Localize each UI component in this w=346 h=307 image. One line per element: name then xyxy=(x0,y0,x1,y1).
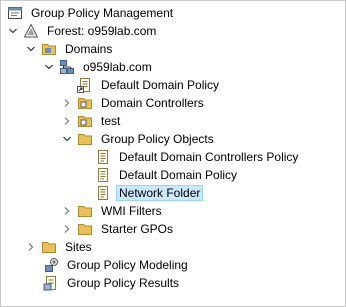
gpo-icon xyxy=(95,149,111,165)
folder-icon xyxy=(77,203,93,219)
chevron-right-icon[interactable] xyxy=(61,115,73,127)
tree-node-domain-controllers[interactable]: Domain Controllers xyxy=(61,94,207,112)
tree-node-gpo[interactable]: Default Domain Policy xyxy=(95,166,240,184)
ou-folder-icon xyxy=(77,113,93,129)
chevron-down-icon[interactable] xyxy=(61,133,73,145)
gpm-console-icon xyxy=(7,5,23,21)
domain-icon xyxy=(59,59,75,75)
tree-node-label: test xyxy=(101,114,121,128)
tree-node-domains[interactable]: Domains xyxy=(25,40,115,58)
tree-node-wmi-filters[interactable]: WMI Filters xyxy=(61,202,165,220)
tree-node-label: Default Domain Policy xyxy=(119,168,238,182)
tree-node-test[interactable]: test xyxy=(61,112,123,130)
chevron-down-icon[interactable] xyxy=(25,43,37,55)
tree-node-label: Forest: o959lab.com xyxy=(47,24,157,38)
tree-node-gpo-selected[interactable]: Network Folder xyxy=(95,184,204,202)
chevron-right-icon[interactable] xyxy=(61,223,73,235)
tree-node-label: Group Policy Modeling xyxy=(67,258,188,272)
folder-icon xyxy=(77,131,93,147)
tree-node-group-policy-objects[interactable]: Group Policy Objects xyxy=(61,130,217,148)
forest-icon xyxy=(23,23,39,39)
results-icon xyxy=(43,275,59,291)
tree-node-root[interactable]: Group Policy Management xyxy=(7,4,176,22)
gpo-icon xyxy=(95,185,111,201)
tree-node-domain[interactable]: o959lab.com xyxy=(43,58,155,76)
ou-folder-icon xyxy=(77,95,93,111)
tree-node-label: Group Policy Objects xyxy=(101,132,214,146)
tree-node-label: Network Folder xyxy=(116,185,204,201)
chevron-right-icon[interactable] xyxy=(61,205,73,217)
tree-node-label: Domain Controllers xyxy=(101,96,204,110)
gpm-tree-pane: Group Policy Management Forest: o959lab.… xyxy=(0,0,346,307)
folder-icon xyxy=(41,41,57,57)
tree-node-label: Starter GPOs xyxy=(101,222,174,236)
tree-node-default-domain-policy-link[interactable]: Default Domain Policy xyxy=(77,76,222,94)
gpo-link-icon xyxy=(77,77,93,93)
chevron-right-icon[interactable] xyxy=(25,241,37,253)
chevron-right-icon[interactable] xyxy=(61,97,73,109)
tree-node-label: Sites xyxy=(65,240,92,254)
tree-node-label: o959lab.com xyxy=(83,60,152,74)
tree-node-label: Group Policy Results xyxy=(67,276,180,290)
gpo-icon xyxy=(95,167,111,183)
tree-node-group-policy-results[interactable]: Group Policy Results xyxy=(43,274,182,292)
tree-node-label: Default Domain Controllers Policy xyxy=(119,150,299,164)
tree-node-sites[interactable]: Sites xyxy=(25,238,95,256)
tree-node-label: Default Domain Policy xyxy=(101,78,220,92)
tree-node-label: Group Policy Management xyxy=(31,6,174,20)
tree-node-group-policy-modeling[interactable]: Group Policy Modeling xyxy=(43,256,191,274)
tree-node-label: WMI Filters xyxy=(101,204,162,218)
folder-icon xyxy=(77,221,93,237)
tree-node-label: Domains xyxy=(65,42,113,56)
tree-node-starter-gpos[interactable]: Starter GPOs xyxy=(61,220,176,238)
chevron-down-icon[interactable] xyxy=(7,25,19,37)
folder-icon xyxy=(41,239,57,255)
modeling-icon xyxy=(43,257,59,273)
tree-node-gpo[interactable]: Default Domain Controllers Policy xyxy=(95,148,301,166)
tree-node-forest[interactable]: Forest: o959lab.com xyxy=(7,22,159,40)
chevron-down-icon[interactable] xyxy=(43,61,55,73)
